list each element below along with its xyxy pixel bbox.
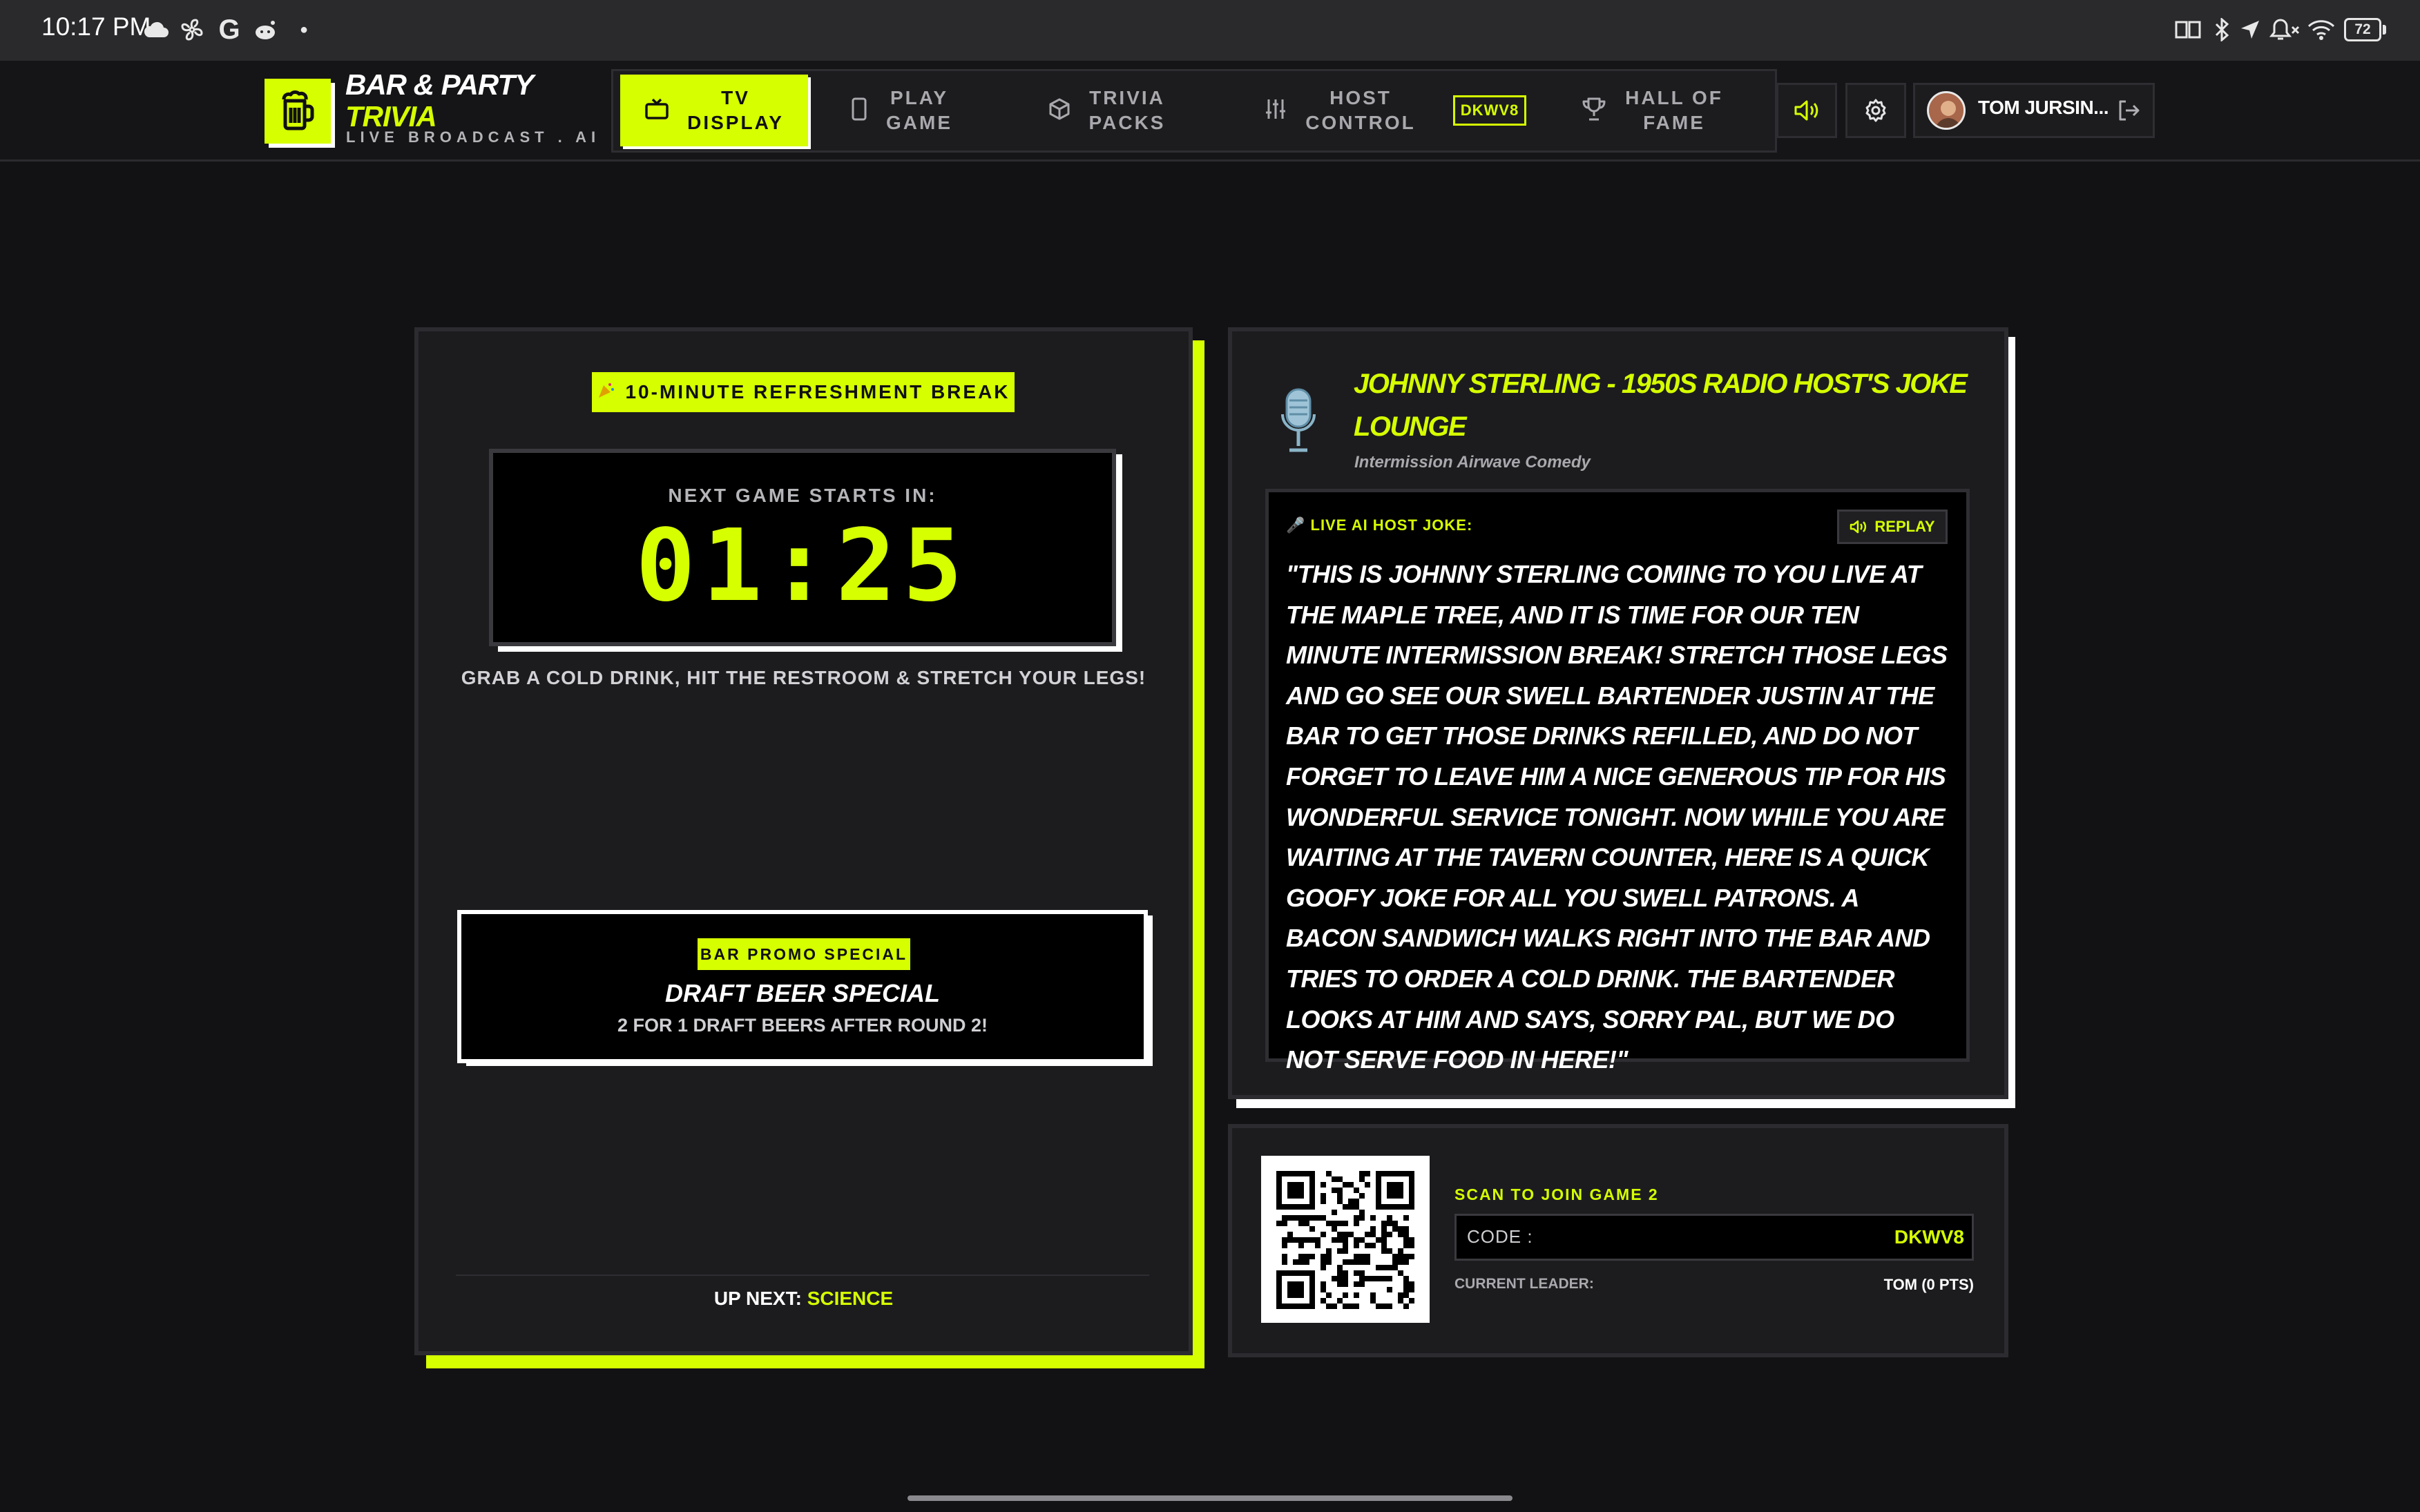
up-next: UP NEXT: SCIENCE [414, 1288, 1193, 1310]
sliders-icon [1264, 97, 1287, 124]
bluetooth-icon [2211, 14, 2232, 46]
fan-icon [178, 14, 206, 46]
avatar [1927, 91, 1966, 130]
divider [456, 1274, 1149, 1276]
reading-mode-icon [2173, 14, 2203, 46]
nav-trivia-packs[interactable]: TRIVIA PACKS [1024, 75, 1189, 146]
trophy-icon [1581, 97, 1607, 125]
battery-indicator: 72 [2344, 18, 2381, 41]
brand-tagline: LIVE BROADCAST . AI [346, 128, 601, 146]
sound-button[interactable] [1776, 83, 1837, 138]
promo-subtitle: 2 FOR 1 DRAFT BEERS AFTER ROUND 2! [617, 1015, 988, 1036]
nav-label: HOST CONTROL [1305, 87, 1416, 133]
home-indicator[interactable] [907, 1495, 1512, 1501]
logo-badge [265, 79, 331, 144]
google-icon: G [218, 14, 240, 45]
code-label: CODE : [1467, 1226, 1533, 1247]
nav-tv-display[interactable]: TV DISPLAY [620, 75, 808, 146]
break-badge: 10-MINUTE REFRESHMENT BREAK [592, 372, 1015, 412]
joke-title: JOHNNY STERLING - 1950S RADIO HOST'S JOK… [1354, 369, 1968, 442]
replay-label: REPLAY [1874, 518, 1935, 535]
promo-badge: BAR PROMO SPECIAL [698, 938, 910, 970]
logout-icon[interactable] [2116, 98, 2141, 123]
up-next-label: UP NEXT: [713, 1288, 802, 1309]
phone-icon [850, 97, 868, 124]
location-icon [2236, 14, 2264, 46]
status-time: 10:17 PM [41, 12, 151, 41]
qr-code[interactable] [1261, 1156, 1430, 1323]
joke-text: "THIS IS JOHNNY STERLING COMING TO YOU L… [1286, 560, 1948, 1074]
dot-icon: ● [299, 21, 309, 37]
nav-label: TV DISPLAY [687, 87, 784, 133]
cloud-icon [142, 14, 170, 46]
break-badge-label: 10-MINUTE REFRESHMENT BREAK [625, 381, 1010, 403]
break-tip: GRAB A COLD DRINK, HIT THE RESTROOM & ST… [461, 667, 1146, 688]
replay-button[interactable]: REPLAY [1837, 510, 1948, 544]
countdown-timer: 01:25 [635, 507, 970, 623]
brand-title: BAR & PARTY TRIVIA [345, 68, 534, 133]
user-name: TOM JURSIN... [1978, 97, 2109, 118]
settings-button[interactable] [1845, 83, 1906, 138]
code-value: DKWV8 [1894, 1226, 1964, 1248]
nav-label: HALL OF FAME [1625, 87, 1723, 133]
speaker-icon [1794, 100, 1818, 121]
joke-label: 🎤 LIVE AI HOST JOKE: [1286, 516, 1473, 534]
speaker-icon [1850, 520, 1867, 534]
party-popper-icon [596, 380, 615, 405]
nav-play-game[interactable]: PLAY GAME [829, 75, 974, 146]
wifi-icon [2305, 14, 2337, 46]
nav-label: TRIVIA PACKS [1088, 87, 1166, 133]
battery-tip [2383, 25, 2386, 35]
joke-subtitle: Intermission Airwave Comedy [1354, 453, 1591, 472]
gear-icon [1865, 99, 1886, 122]
reddit-icon [251, 14, 279, 46]
scan-label: SCAN TO JOIN GAME 2 [1454, 1185, 1659, 1203]
nav-hall-of-fame[interactable]: HALL OF FAME [1562, 75, 1742, 146]
system-status-bar [0, 0, 2420, 61]
leader-label: CURRENT LEADER: [1454, 1276, 1594, 1292]
up-next-value: SCIENCE [807, 1288, 894, 1309]
microphone-icon [1274, 387, 1323, 456]
nav-label: PLAY GAME [886, 87, 952, 133]
countdown-label: NEXT GAME STARTS IN: [668, 485, 937, 506]
brand-line-1: BAR & PARTY [345, 68, 534, 101]
tv-icon [644, 98, 669, 124]
leader-value: TOM (0 PTS) [1883, 1276, 1974, 1293]
box-icon [1048, 97, 1071, 124]
beer-mug-icon [282, 90, 314, 130]
game-code-badge: DKWV8 [1453, 95, 1526, 126]
muted-bell-icon [2268, 14, 2301, 46]
nav-host-control[interactable]: HOST CONTROL [1243, 75, 1437, 146]
promo-title: DRAFT BEER SPECIAL [664, 979, 941, 1007]
